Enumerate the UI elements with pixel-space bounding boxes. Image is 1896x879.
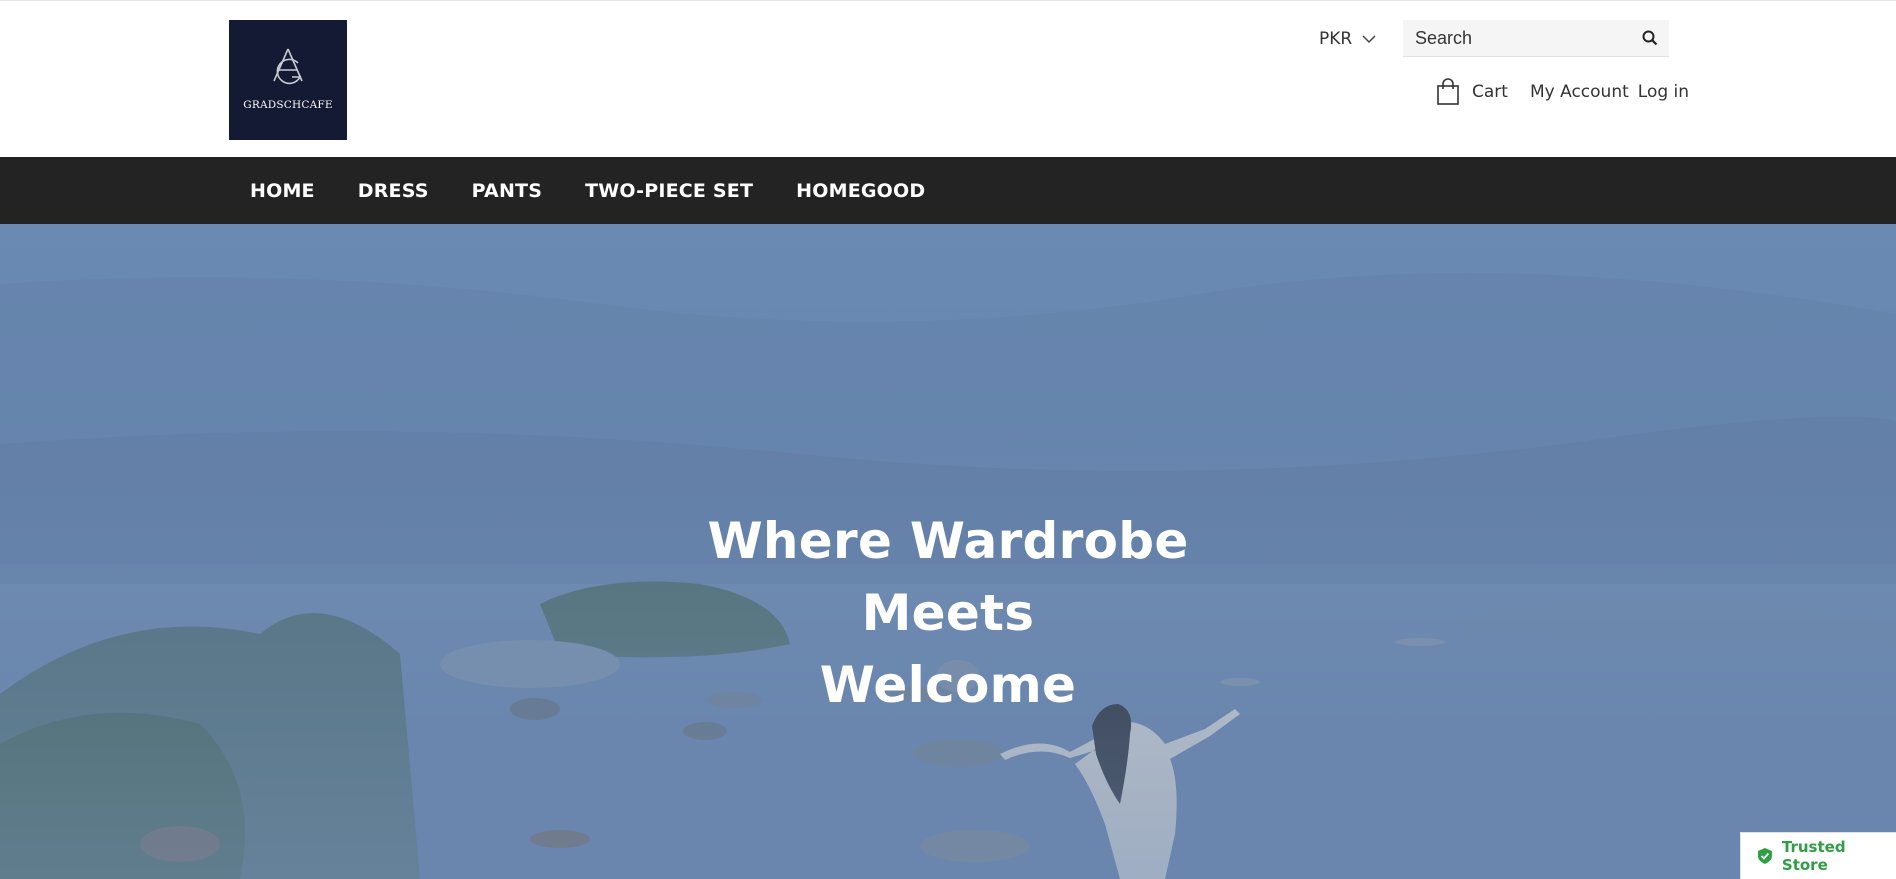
- hero-title-line-2: Welcome: [819, 656, 1077, 714]
- trusted-store-label: Trusted Store: [1781, 838, 1846, 874]
- hero-title-line-1: Where Wardrobe Meets: [707, 512, 1189, 642]
- hero-title: Where Wardrobe Meets Welcome: [648, 505, 1248, 721]
- cart-link[interactable]: Cart: [1436, 78, 1508, 106]
- shopping-bag-icon: [1437, 78, 1459, 105]
- nav-item-dress[interactable]: DRESS: [358, 180, 429, 202]
- search-box: [1403, 20, 1669, 57]
- my-account-link[interactable]: My Account: [1530, 82, 1629, 102]
- login-link[interactable]: Log in: [1638, 82, 1689, 102]
- nav-item-pants[interactable]: PANTS: [472, 180, 542, 202]
- account-links: My Account Log in: [1530, 78, 1689, 106]
- nav-item-two-piece-set[interactable]: TWO-PIECE SET: [585, 180, 753, 202]
- site-header: GRADSCHCAFE PKR Cart My Account Log in: [0, 0, 1896, 157]
- shield-check-icon: [1757, 848, 1772, 864]
- currency-value: PKR: [1319, 29, 1353, 49]
- chevron-down-icon: [1362, 35, 1376, 44]
- trusted-store-badge[interactable]: Trusted Store: [1740, 832, 1896, 879]
- hero-banner: Where Wardrobe Meets Welcome: [0, 224, 1896, 879]
- nav-item-home[interactable]: HOME: [250, 180, 315, 202]
- nav-item-homegood[interactable]: HOMEGOOD: [796, 180, 925, 202]
- logo-text: GRADSCHCAFE: [243, 99, 333, 111]
- currency-selector[interactable]: PKR: [1319, 27, 1376, 51]
- search-icon[interactable]: [1641, 29, 1659, 47]
- cart-label: Cart: [1472, 82, 1508, 102]
- store-logo[interactable]: GRADSCHCAFE: [229, 20, 347, 140]
- main-navigation: HOME DRESS PANTS TWO-PIECE SET HOMEGOOD: [0, 157, 1896, 224]
- search-input[interactable]: [1403, 20, 1623, 56]
- logo-mark-icon: [273, 48, 303, 85]
